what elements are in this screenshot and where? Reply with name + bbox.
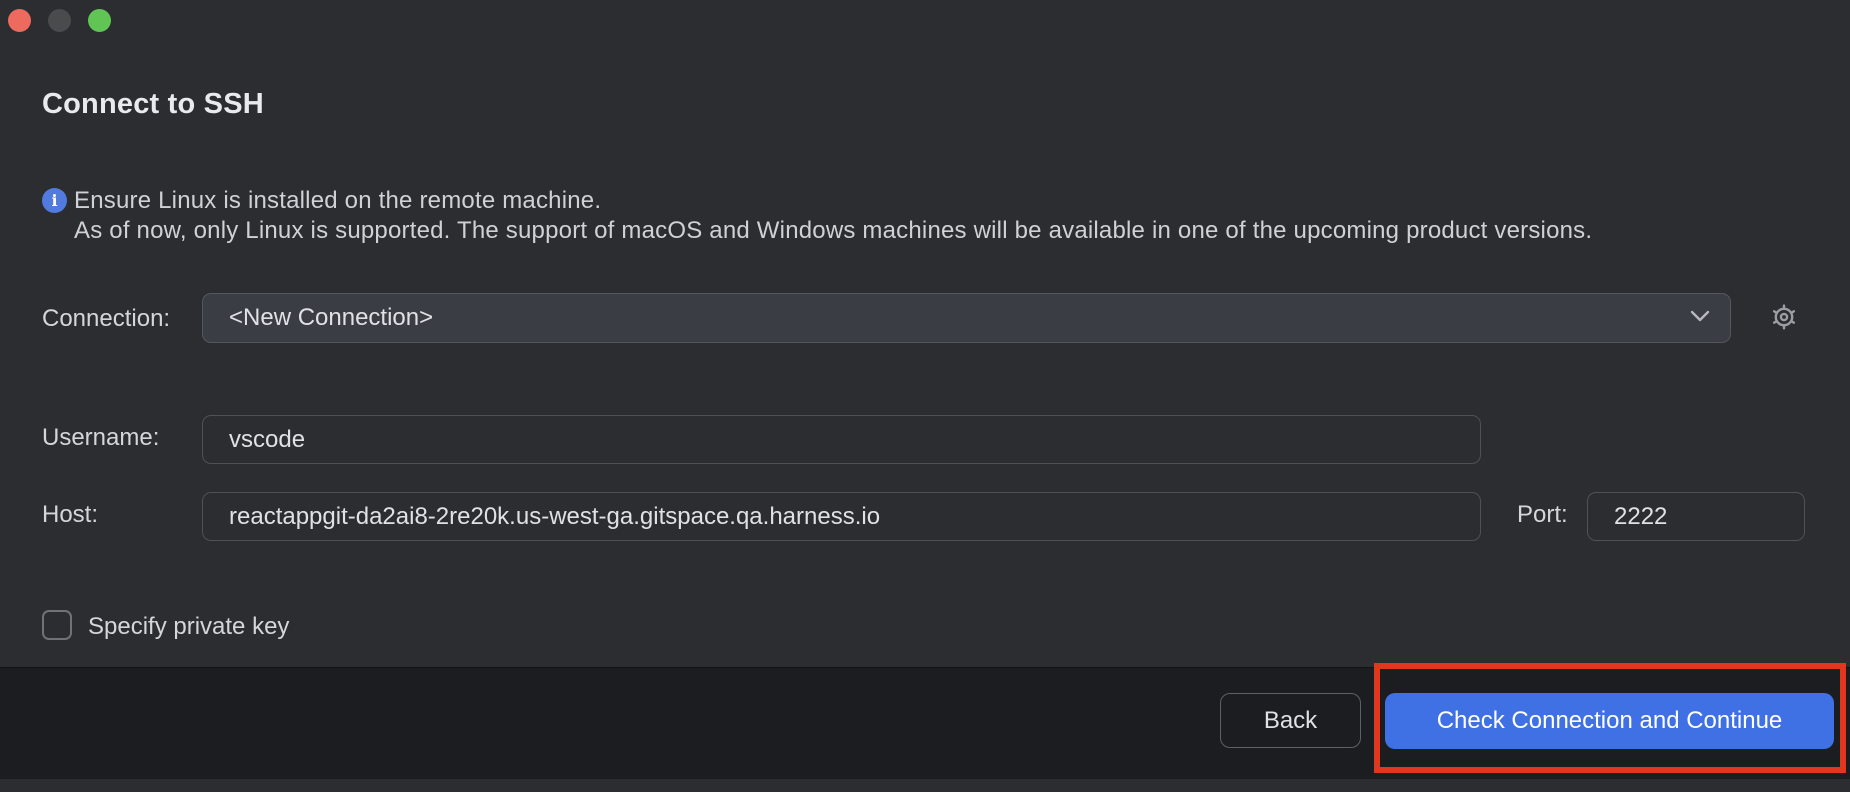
back-button[interactable]: Back bbox=[1220, 693, 1361, 748]
port-label: Port: bbox=[1517, 501, 1568, 529]
specify-private-key-checkbox[interactable] bbox=[42, 610, 72, 640]
connection-settings-button[interactable] bbox=[1766, 300, 1802, 336]
host-input[interactable] bbox=[202, 492, 1481, 541]
dialog-footer: Back Check Connection and Continue bbox=[0, 667, 1850, 779]
username-input[interactable] bbox=[202, 415, 1481, 464]
connection-dropdown[interactable]: <New Connection> bbox=[202, 293, 1731, 343]
connect-to-ssh-dialog: Connect to SSH i Ensure Linux is install… bbox=[0, 0, 1850, 792]
notice-line-2: As of now, only Linux is supported. The … bbox=[74, 216, 1592, 246]
connection-label: Connection: bbox=[42, 305, 170, 333]
close-window-button[interactable] bbox=[8, 9, 31, 32]
page-title: Connect to SSH bbox=[42, 88, 264, 121]
username-label: Username: bbox=[42, 424, 159, 452]
gear-icon bbox=[1768, 301, 1800, 336]
connection-dropdown-value: <New Connection> bbox=[229, 304, 1678, 332]
zoom-window-button[interactable] bbox=[88, 9, 111, 32]
port-input[interactable] bbox=[1587, 492, 1805, 541]
minimize-window-button[interactable] bbox=[48, 9, 71, 32]
info-icon: i bbox=[42, 188, 67, 213]
chevron-down-icon bbox=[1690, 309, 1710, 327]
notice-text: Ensure Linux is installed on the remote … bbox=[74, 186, 1592, 246]
notice-line-1: Ensure Linux is installed on the remote … bbox=[74, 186, 1592, 216]
host-label: Host: bbox=[42, 501, 98, 529]
window-controls bbox=[8, 9, 111, 32]
check-connection-and-continue-button[interactable]: Check Connection and Continue bbox=[1385, 693, 1834, 749]
specify-private-key-label[interactable]: Specify private key bbox=[88, 613, 289, 641]
